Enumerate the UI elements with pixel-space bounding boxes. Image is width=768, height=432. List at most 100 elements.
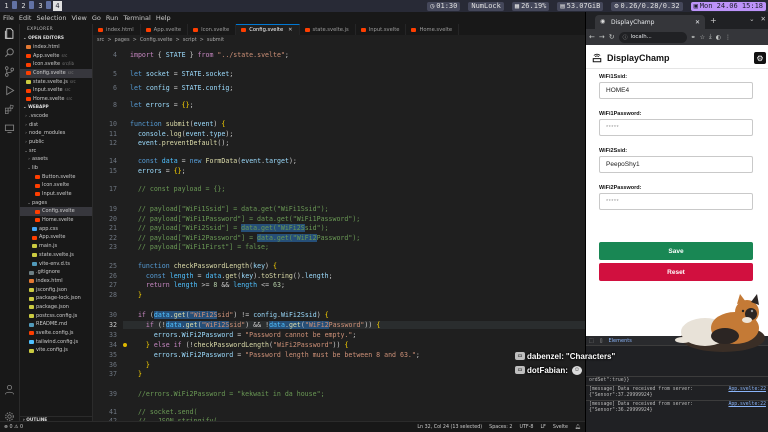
site-info-icon[interactable]: ⓘ xyxy=(623,34,628,41)
file-item[interactable]: Button.svelte xyxy=(20,173,92,182)
project-header[interactable]: ⌄ WEBAPP xyxy=(20,104,92,112)
menu-view[interactable]: View xyxy=(71,14,86,22)
file-item[interactable]: svelte.config.js xyxy=(20,329,92,338)
open-editors-header[interactable]: ⌄ OPEN EDITORS xyxy=(20,35,92,43)
file-item[interactable]: Input.svelte xyxy=(20,190,92,199)
open-editor-item[interactable]: Home.svelte src xyxy=(20,95,92,104)
breadcrumb-item[interactable]: submit xyxy=(207,37,224,43)
folder-item[interactable]: › dist xyxy=(20,121,92,130)
file-item[interactable]: .gitignore xyxy=(20,268,92,277)
open-editor-item[interactable]: Input.svelte src xyxy=(20,86,92,95)
downloads-icon[interactable]: ⤓ xyxy=(709,33,712,41)
console-source-link[interactable]: App.svelte:22 xyxy=(728,387,766,399)
tab-icon-svelte[interactable]: Icon.svelte xyxy=(188,24,237,35)
tab-input-svelte[interactable]: Input.svelte xyxy=(356,24,407,35)
code-editor[interactable]: 4 import { STATE } from "../state.svelte… xyxy=(93,45,585,421)
reload-icon[interactable]: ↻ xyxy=(609,33,615,41)
device-toolbar-icon[interactable]: ▯ xyxy=(600,338,603,344)
open-editor-item[interactable]: App.svelte src xyxy=(20,52,92,61)
file-item[interactable]: jsconfig.json xyxy=(20,286,92,295)
file-item[interactable]: package-lock.json xyxy=(20,294,92,303)
breadcrumb-item[interactable]: script xyxy=(183,37,197,43)
remote-indicator[interactable]: ⊗ 0 ⚠ 0 xyxy=(0,425,23,430)
ssid-field[interactable]: HOME4 xyxy=(599,82,753,99)
language-mode[interactable]: Svelte xyxy=(553,425,568,430)
file-item[interactable]: tailwind.config.js xyxy=(20,338,92,347)
folder-item[interactable]: › .vscode xyxy=(20,112,92,121)
file-item[interactable]: app.css xyxy=(20,225,92,234)
menu-edit[interactable]: Edit xyxy=(19,14,32,22)
open-editor-item[interactable]: Config.svelte src xyxy=(20,69,92,78)
menu-run[interactable]: Run xyxy=(106,14,118,22)
folder-item[interactable]: › node_modules xyxy=(20,129,92,138)
open-editor-item[interactable]: Icon.svelte src/lib xyxy=(20,60,92,69)
folder-item[interactable]: ⌄ src xyxy=(20,147,92,156)
file-item[interactable]: index.html xyxy=(20,277,92,286)
tab-index-html[interactable]: index.html xyxy=(93,24,141,35)
profile-icon[interactable]: ◐ xyxy=(716,34,721,41)
workspace-4[interactable]: 4 xyxy=(53,1,62,11)
extensions-icon[interactable] xyxy=(4,103,16,115)
tab-state-svelte-js[interactable]: state.svelte.js xyxy=(300,24,356,35)
cursor-position[interactable]: Ln 32, Col 24 (13 selected) xyxy=(417,425,482,430)
folder-item[interactable]: ⌄ lib xyxy=(20,164,92,173)
ssid-field[interactable]: PeepoShy1 xyxy=(599,156,753,173)
close-icon[interactable]: ✕ xyxy=(288,27,292,33)
file-item[interactable]: postcss.config.js xyxy=(20,312,92,321)
file-item[interactable]: Home.svelte xyxy=(20,216,92,225)
folder-item[interactable]: › assets xyxy=(20,155,92,164)
reset-button[interactable]: Reset xyxy=(599,263,753,281)
forward-icon[interactable]: → xyxy=(599,33,605,41)
lightbulb-icon[interactable] xyxy=(123,343,127,347)
file-item[interactable]: main.js xyxy=(20,242,92,251)
folder-item[interactable]: › public xyxy=(20,138,92,147)
file-item[interactable]: Config.svelte xyxy=(20,207,92,217)
breadcrumb-item[interactable]: pages xyxy=(115,37,130,43)
file-item[interactable]: Icon.svelte xyxy=(20,181,92,190)
workspace-3[interactable]: 3 xyxy=(36,1,45,11)
bookmark-star-icon[interactable]: ☆ xyxy=(700,34,705,41)
menu-terminal[interactable]: Terminal xyxy=(123,14,150,22)
console-source-link[interactable]: App.svelte:22 xyxy=(728,402,766,414)
inspect-icon[interactable]: ⬚ xyxy=(589,338,594,344)
settings-gear-icon[interactable]: ⚙ xyxy=(754,52,766,64)
folder-item[interactable]: ⌄ pages xyxy=(20,199,92,208)
password-field[interactable]: ***** xyxy=(599,193,753,210)
explorer-icon[interactable] xyxy=(4,27,16,39)
file-item[interactable]: state.svelte.js xyxy=(20,251,92,260)
save-button[interactable]: Save xyxy=(599,242,753,260)
tab-config-svelte[interactable]: Config.svelte ✕ xyxy=(236,24,300,35)
workspace-1[interactable]: 1 xyxy=(2,1,11,11)
file-item[interactable]: App.svelte xyxy=(20,233,92,242)
open-editor-item[interactable]: state.svelte.js src xyxy=(20,78,92,87)
source-control-icon[interactable] xyxy=(4,65,16,77)
menu-go[interactable]: Go xyxy=(92,14,101,22)
tab-home-svelte[interactable]: Home.svelte xyxy=(406,24,460,35)
breadcrumb-item[interactable]: Config.svelte xyxy=(140,37,173,43)
file-item[interactable]: vite-env.d.ts xyxy=(20,260,92,269)
menu-file[interactable]: File xyxy=(3,14,14,22)
address-bar[interactable]: ⓘ localh... xyxy=(618,31,687,43)
chevron-down-icon[interactable]: ⌄ xyxy=(749,15,754,23)
browser-tab[interactable]: ◉ DisplayChamp ✕ xyxy=(595,15,705,29)
link-icon[interactable]: ⚭ xyxy=(691,34,696,41)
close-window-icon[interactable]: ✕ xyxy=(761,15,766,23)
tab-elements[interactable]: Elements xyxy=(609,338,632,344)
bell-icon[interactable]: 🔔︎ xyxy=(575,425,581,430)
open-editor-item[interactable]: index.html xyxy=(20,43,92,52)
remote-explorer-icon[interactable] xyxy=(4,122,16,134)
back-icon[interactable]: ← xyxy=(589,33,595,41)
indentation[interactable]: Spaces: 2 xyxy=(489,425,512,430)
account-icon[interactable] xyxy=(4,383,16,395)
file-item[interactable]: vite.config.js xyxy=(20,346,92,355)
search-icon[interactable] xyxy=(4,46,16,58)
close-tab-icon[interactable]: ✕ xyxy=(695,19,700,26)
menu-selection[interactable]: Selection xyxy=(36,14,66,22)
file-item[interactable]: package.json xyxy=(20,303,92,312)
workspace-2[interactable]: 2 xyxy=(19,1,28,11)
run-debug-icon[interactable] xyxy=(4,84,16,96)
menu-help[interactable]: Help xyxy=(156,14,171,22)
breadcrumb-item[interactable]: src xyxy=(97,37,104,43)
password-field[interactable]: ***** xyxy=(599,119,753,136)
tab-app-svelte[interactable]: App.svelte xyxy=(141,24,189,35)
